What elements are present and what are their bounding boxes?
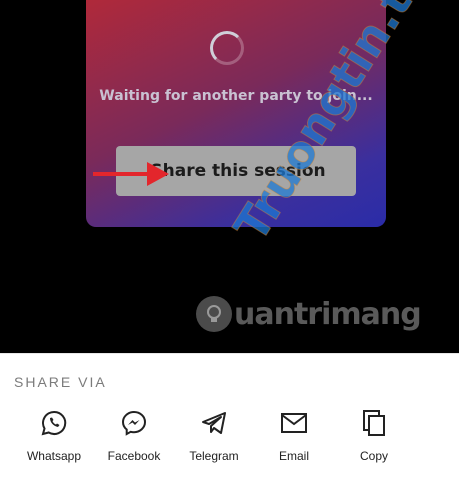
- share-option-whatsapp[interactable]: Whatsapp: [14, 409, 94, 463]
- share-option-label: Email: [278, 449, 309, 463]
- quantrimang-watermark-text: uantrimang: [234, 296, 422, 332]
- quantrimang-watermark: uantrimang: [196, 296, 422, 332]
- share-option-label: Facebook: [107, 449, 161, 463]
- share-via-title: SHARE VIA: [14, 374, 107, 390]
- share-option-telegram[interactable]: Telegram: [174, 409, 254, 463]
- share-option-label: Whatsapp: [26, 449, 82, 463]
- share-sheet: SHARE VIA Whatsapp Facebook Telegram Ema…: [0, 353, 459, 488]
- share-option-facebook[interactable]: Facebook: [94, 409, 174, 463]
- waiting-message: Waiting for another party to join...: [99, 88, 373, 104]
- email-icon: [281, 413, 307, 433]
- whatsapp-icon: [41, 410, 67, 436]
- share-option-label: Telegram: [189, 449, 239, 463]
- messenger-icon: [121, 410, 147, 436]
- red-arrow-annotation: [93, 162, 169, 186]
- loading-spinner-icon: [210, 31, 244, 65]
- telegram-icon: [202, 412, 226, 434]
- share-option-label: Copy: [359, 449, 388, 463]
- copy-icon: [363, 410, 385, 436]
- quantrimang-logo-icon: [196, 296, 232, 332]
- share-option-copy[interactable]: Copy: [334, 409, 414, 463]
- share-option-email[interactable]: Email: [254, 409, 334, 463]
